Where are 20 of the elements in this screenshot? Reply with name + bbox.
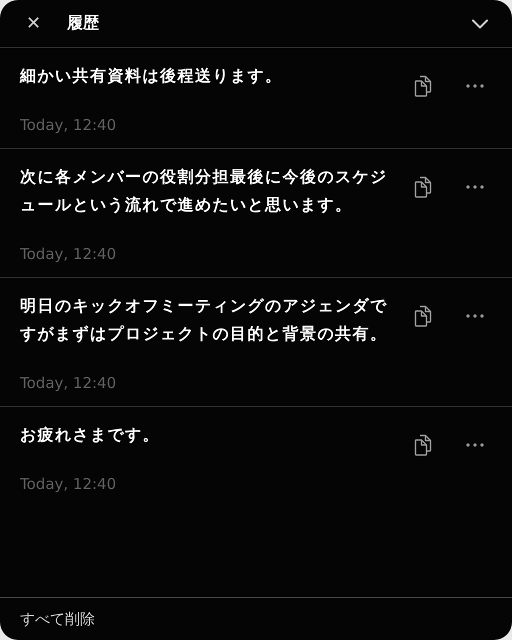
entry-time: Today, 12:40 xyxy=(20,245,118,263)
clear-all-button[interactable]: すべて削除 xyxy=(20,610,95,628)
entry-text: 細かい共有資料は後程送ります。 xyxy=(20,65,284,87)
more-icon[interactable] xyxy=(466,185,484,189)
more-icon[interactable] xyxy=(466,314,484,318)
entry-time: Today, 12:40 xyxy=(20,475,118,493)
entry-text: 次に各メンバーの役割分担最後に今後のスケジュールという流れで進めたいと思います。 xyxy=(20,166,388,216)
copy-icon[interactable] xyxy=(414,305,432,327)
close-button[interactable]: ✕ xyxy=(26,13,42,34)
chevron-down-icon[interactable] xyxy=(472,18,488,28)
more-icon[interactable] xyxy=(466,84,484,88)
panel-title: 履歴 xyxy=(67,13,100,34)
entry-time: Today, 12:40 xyxy=(20,116,118,134)
entry-time: Today, 12:40 xyxy=(20,374,118,392)
more-icon[interactable] xyxy=(466,443,484,447)
entry-text: お疲れさまです。 xyxy=(20,424,161,446)
copy-icon[interactable] xyxy=(414,75,432,97)
copy-icon[interactable] xyxy=(414,176,432,198)
entry-text: 明日のキックオフミーティングのアジェンダですがまずはプロジェクトの目的と背景の共有。 xyxy=(20,295,388,345)
copy-icon[interactable] xyxy=(414,434,432,456)
